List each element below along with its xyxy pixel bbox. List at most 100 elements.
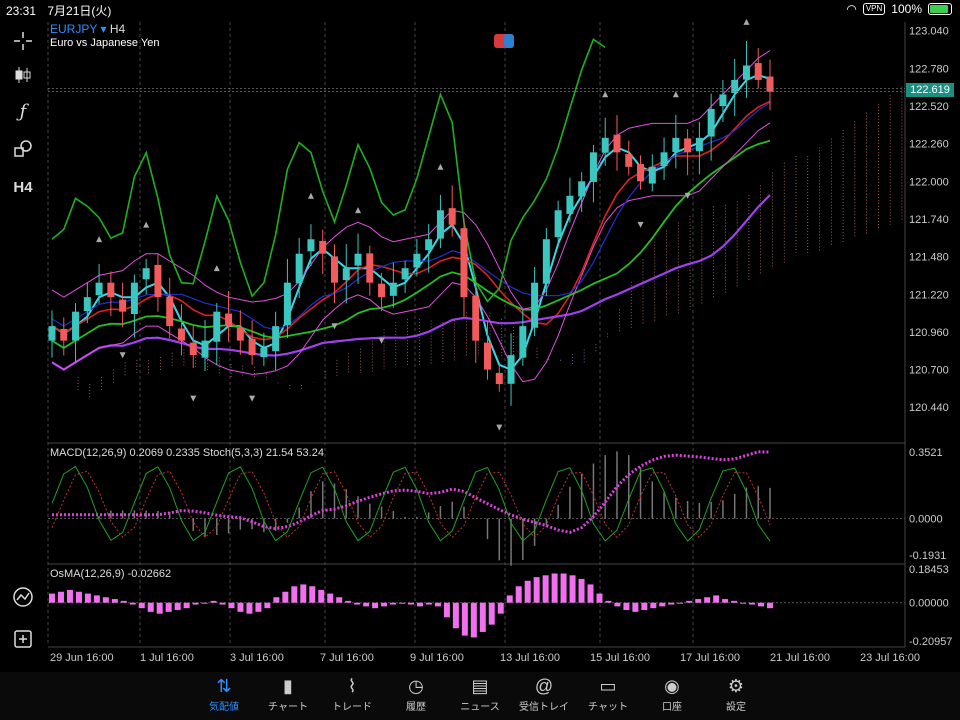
candle-body — [295, 253, 303, 284]
symbol-header[interactable]: EURJPY ▾ H4 — [50, 22, 125, 36]
candle-body — [177, 328, 185, 341]
nav-item-1[interactable]: ▮ チャート — [256, 674, 320, 713]
osma-axis-label: -0.20957 — [909, 636, 952, 648]
osma-bar — [596, 593, 603, 603]
nav-item-5[interactable]: @ 受信トレイ — [512, 674, 576, 713]
time-axis-label: 9 Jul 16:00 — [410, 652, 464, 664]
osma-bar — [147, 602, 154, 612]
time-axis-label: 17 Jul 16:00 — [680, 652, 740, 664]
osma-bar — [767, 602, 773, 609]
osma-bar — [408, 602, 414, 605]
candle-body — [107, 282, 115, 298]
osma-bar — [533, 577, 540, 603]
candle-body — [495, 372, 503, 385]
osma-bar — [228, 602, 235, 609]
symbol-name[interactable]: EURJPY — [50, 22, 97, 36]
shapes-icon[interactable] — [8, 134, 38, 164]
fractal-down-mark — [119, 352, 126, 359]
fractal-down-mark — [637, 221, 644, 228]
osma-bar — [677, 602, 684, 604]
osma-bar — [650, 602, 657, 609]
osma-bar — [309, 586, 316, 603]
osma-bar — [758, 602, 765, 607]
candle-body — [731, 79, 739, 93]
candle-body — [413, 253, 421, 268]
time-axis-label: 3 Jul 16:00 — [230, 652, 284, 664]
osma-bar — [264, 602, 271, 609]
osma-bar — [515, 586, 522, 603]
price-axis-label: 121.740 — [909, 214, 949, 226]
macd-axis-label: 0.3521 — [909, 447, 943, 459]
nav-item-7[interactable]: ◉ 口座 — [640, 674, 704, 713]
osma-bar — [336, 597, 343, 603]
candle-icon[interactable] — [8, 60, 38, 90]
osma-bar — [479, 602, 486, 632]
osma-label: OsMA(12,26,9) -0.02662 — [50, 568, 171, 580]
time-axis-label: 7 Jul 16:00 — [320, 652, 374, 664]
price-axis-label: 121.220 — [909, 289, 949, 301]
timeframe-button[interactable]: H4 — [8, 172, 38, 202]
current-price-tag: 122.619 — [906, 83, 954, 97]
candle-body — [660, 152, 668, 167]
indicator-lines — [51, 38, 771, 383]
price-axis-label: 121.480 — [909, 252, 949, 264]
osma-bar — [111, 599, 118, 603]
fractal-up-mark — [213, 265, 220, 272]
fractal-down-mark — [249, 395, 256, 402]
symbol-dropdown-icon[interactable]: ▾ — [100, 22, 106, 36]
candle-body — [578, 181, 586, 197]
osma-bar — [399, 602, 406, 604]
nav-item-0[interactable]: ⇅ 気配値 — [192, 674, 256, 713]
nav-item-4[interactable]: ▤ ニュース — [448, 674, 512, 713]
nav-item-8[interactable]: ⚙ 設定 — [704, 674, 768, 713]
candle-body — [707, 108, 715, 137]
candle-body — [330, 256, 338, 283]
osma-bar — [614, 602, 621, 607]
price-axis-label: 122.260 — [909, 139, 949, 151]
osma-bar — [686, 600, 693, 603]
osma-bar — [722, 599, 729, 603]
candle-body — [272, 326, 280, 352]
osma-bar — [497, 602, 504, 614]
symbol-description: Euro vs Japanese Yen — [50, 37, 160, 49]
candle-body — [448, 208, 456, 225]
candle-body — [637, 164, 645, 182]
osma-bar — [66, 589, 73, 603]
osma-bar — [381, 602, 388, 607]
time-axis-label: 23 Jul 16:00 — [860, 652, 920, 664]
osma-bar — [551, 573, 558, 603]
osma-bar — [542, 575, 549, 603]
osma-bar — [273, 597, 280, 603]
candle-body — [260, 347, 268, 358]
history-icon: ◷ — [408, 676, 424, 696]
nav-item-2[interactable]: ⌇ トレード — [320, 674, 384, 713]
candle-body — [142, 268, 150, 280]
osma-bar — [318, 589, 325, 603]
fractal-up-mark — [437, 163, 444, 170]
candle-body — [672, 137, 680, 153]
osma-bar — [354, 602, 361, 605]
osma-bar — [327, 593, 334, 603]
fractal-marks — [96, 18, 750, 431]
osma-bar — [560, 573, 567, 603]
nav-item-6[interactable]: ▭ チャット — [576, 674, 640, 713]
chart-analysis-icon[interactable] — [8, 582, 38, 612]
add-icon[interactable] — [8, 624, 38, 654]
osma-bar — [174, 602, 181, 611]
candle-body — [307, 239, 315, 252]
osma-bar — [372, 602, 379, 609]
candle-body — [201, 340, 209, 358]
function-icon[interactable]: ƒ — [8, 96, 38, 126]
osma-bar — [129, 602, 136, 605]
candle-body — [60, 328, 68, 341]
nav-item-3[interactable]: ◷ 履歴 — [384, 674, 448, 713]
osma-bar — [210, 600, 217, 603]
account-icon: ◉ — [664, 676, 680, 696]
osma-bar — [156, 602, 163, 614]
price-axis-label: 122.000 — [909, 176, 949, 188]
osma-bar — [731, 600, 738, 603]
crosshair-icon[interactable] — [8, 26, 38, 56]
chart-canvas[interactable]: MACD(12,26,9) 0.2069 0.2335 Stoch(5,3,3)… — [0, 0, 960, 672]
osma-bar — [345, 600, 352, 603]
osma-bar — [416, 602, 423, 607]
